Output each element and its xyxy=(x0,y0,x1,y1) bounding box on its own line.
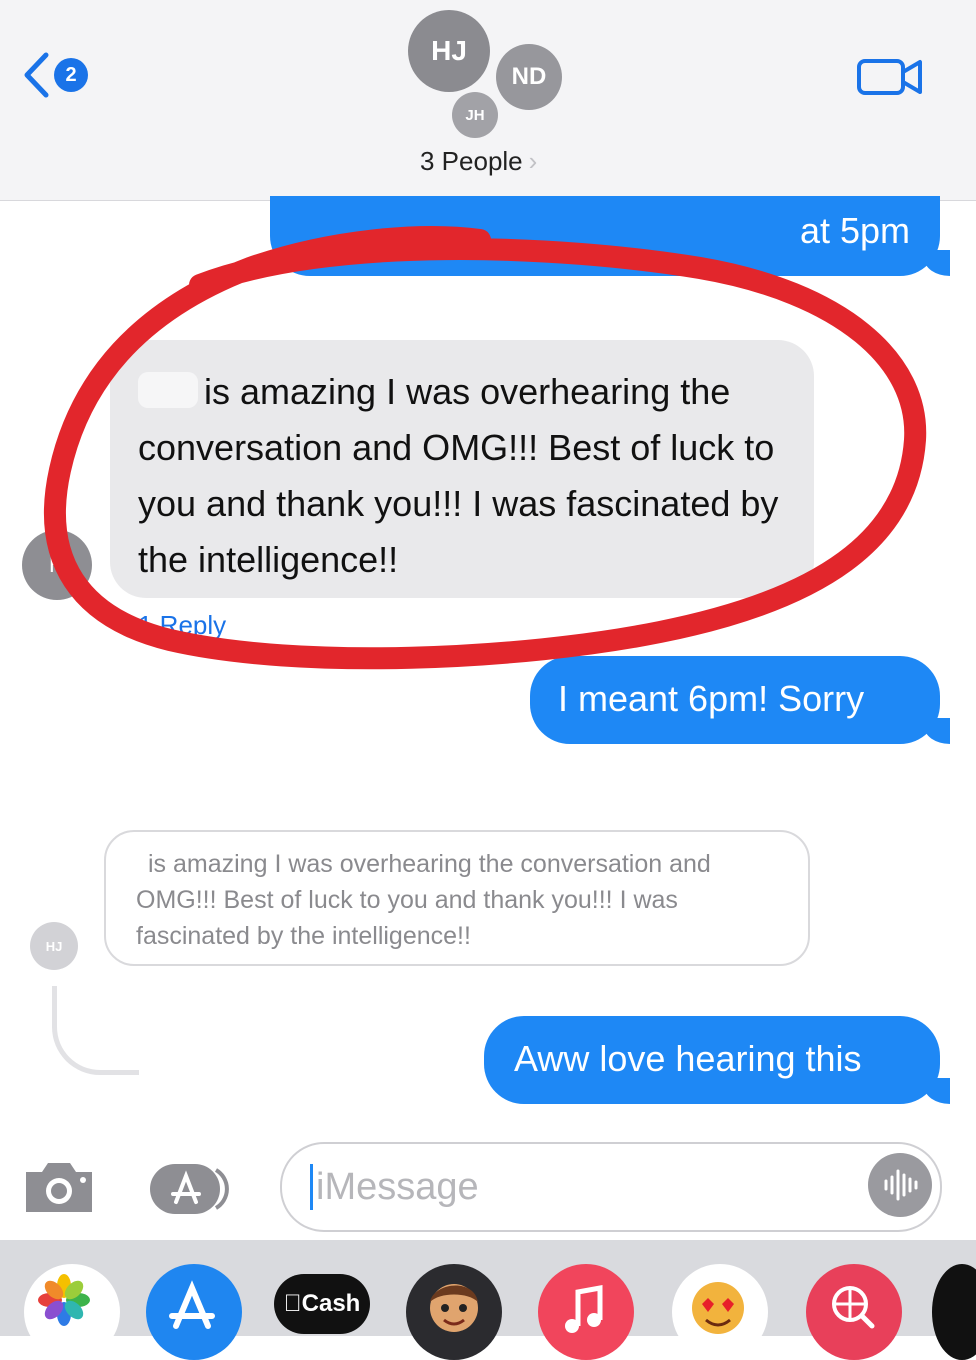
bubble-tail xyxy=(924,250,950,276)
conversation-header: 2 HJ ND JH 3 People › xyxy=(0,0,976,201)
sender-avatar[interactable]: H xyxy=(22,530,92,600)
group-details-link[interactable]: 3 People › xyxy=(420,146,537,177)
quoted-body: is amazing I was overhearing the convers… xyxy=(136,850,711,950)
app-drawer: Cash xyxy=(0,1240,976,1360)
facetime-video-button[interactable] xyxy=(856,56,924,103)
music-app-button[interactable] xyxy=(538,1264,634,1360)
apps-button[interactable] xyxy=(146,1160,238,1223)
sticker-app-button[interactable] xyxy=(672,1264,768,1360)
memoji-icon xyxy=(430,1284,478,1332)
cash-label: Cash xyxy=(292,1290,361,1317)
app-store-button[interactable] xyxy=(146,1264,242,1360)
avatar-jh[interactable]: JH xyxy=(452,92,498,138)
heart-eyes-emoji-icon xyxy=(692,1282,744,1334)
camera-button[interactable] xyxy=(20,1158,98,1221)
text-cursor xyxy=(310,1164,313,1210)
unread-count-badge: 2 xyxy=(54,58,88,92)
incoming-message[interactable]: is amazing I was overhearing the convers… xyxy=(110,340,814,598)
message-text: Aww love hearing this xyxy=(514,1038,862,1079)
outgoing-message[interactable]: Aww love hearing this xyxy=(484,1016,950,1104)
outgoing-message[interactable]: I meant 6pm! Sorry xyxy=(530,656,950,744)
message-input[interactable]: iMessage xyxy=(280,1142,942,1232)
avatar-hj[interactable]: HJ xyxy=(408,10,490,92)
reply-count-link[interactable]: 1 Reply xyxy=(138,610,226,641)
apple-logo-icon:  xyxy=(284,1290,302,1318)
camera-icon xyxy=(26,1163,92,1212)
photos-icon xyxy=(38,1274,90,1326)
avatar-nd[interactable]: ND xyxy=(496,44,562,110)
outgoing-message-partial[interactable]: at 5pm xyxy=(270,196,950,276)
message-text: I meant 6pm! Sorry xyxy=(558,678,865,719)
image-search-app-button[interactable] xyxy=(806,1264,902,1360)
memoji-button[interactable] xyxy=(406,1264,502,1360)
music-note-icon xyxy=(565,1285,603,1333)
redacted-name xyxy=(136,860,148,872)
chevron-left-icon xyxy=(24,52,49,98)
chevron-right-icon: › xyxy=(528,146,538,176)
quoted-reply-message[interactable]: is amazing I was overhearing the convers… xyxy=(104,830,810,966)
audio-message-button[interactable] xyxy=(868,1153,932,1217)
bubble-tail xyxy=(924,718,950,744)
message-placeholder: iMessage xyxy=(316,1166,479,1208)
back-button[interactable]: 2 xyxy=(22,52,88,98)
waveform-icon xyxy=(884,1169,918,1201)
message-body: is amazing I was overhearing the convers… xyxy=(138,371,779,580)
globe-search-icon xyxy=(832,1286,875,1329)
app-store-icon xyxy=(150,1164,229,1214)
app-store-icon xyxy=(169,1280,215,1329)
video-camera-icon xyxy=(857,59,922,95)
message-text: is amazing I was overhearing the convers… xyxy=(138,364,788,588)
bubble-tail xyxy=(924,1078,950,1104)
more-apps-button[interactable] xyxy=(932,1264,976,1360)
quoted-sender-avatar: HJ xyxy=(30,922,78,970)
cash-app-button[interactable]: Cash xyxy=(274,1274,370,1334)
group-label: 3 People xyxy=(420,146,523,176)
message-text: at 5pm xyxy=(799,210,910,251)
redacted-name xyxy=(138,372,198,408)
quoted-text: is amazing I was overhearing the convers… xyxy=(136,846,786,954)
photos-app-button[interactable] xyxy=(24,1264,120,1360)
reply-thread-line xyxy=(52,986,139,1075)
